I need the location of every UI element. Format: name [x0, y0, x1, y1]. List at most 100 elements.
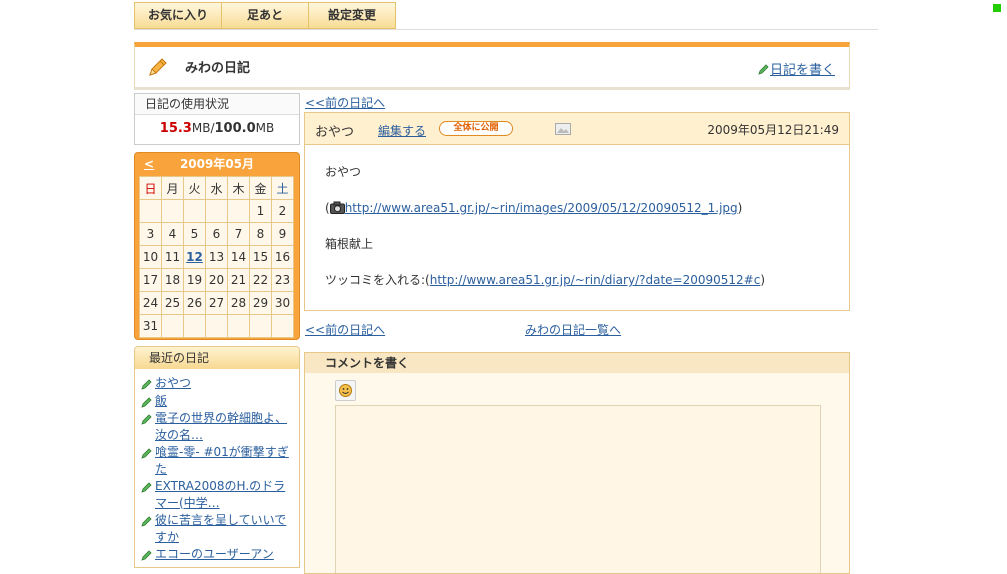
image-link[interactable]: http://www.area51.gr.jp/~rin/images/2009…: [345, 201, 738, 215]
entry-line-3: 箱根献上: [325, 237, 374, 251]
calendar-day: [205, 314, 228, 338]
entry-line-1: おやつ: [325, 165, 362, 179]
smiley-icon: [339, 384, 352, 397]
calendar-weekday: 日: [139, 176, 162, 200]
pencil-icon: [141, 516, 152, 527]
pencil-icon: [141, 448, 152, 459]
diary-list-link[interactable]: みわの日記一覧へ: [525, 321, 621, 338]
write-diary-link-wrap: 日記を書く: [758, 59, 835, 78]
usage-total: 100.0: [214, 121, 256, 136]
pencil-icon: [141, 414, 152, 425]
calendar-day: 22: [249, 268, 272, 292]
recent-item-link[interactable]: 飯: [155, 394, 167, 408]
emoji-button[interactable]: [335, 380, 356, 401]
pencil-icon: [141, 482, 152, 493]
tsukkomi-line: ツッコミを入れる:(http://www.area51.gr.jp/~rin/d…: [325, 271, 849, 289]
calendar-header: < 2009年05月: [135, 153, 299, 175]
calendar-weekday: 金: [249, 176, 272, 200]
tsukkomi-label: ツッコミを入れる:(: [325, 273, 430, 287]
calendar-day: 6: [205, 222, 228, 246]
calendar-day: 31: [139, 314, 162, 338]
calendar-weekday: 土: [271, 176, 294, 200]
recent-item: EXTRA2008のH.のドラマー(中学…: [141, 478, 291, 511]
entry-date: 2009年05月12日21:49: [707, 123, 839, 137]
calendar-day: 12: [183, 245, 206, 269]
tsukkomi-close: ): [760, 273, 766, 287]
calendar-day: 15: [249, 245, 272, 269]
calendar-weekday: 水: [205, 176, 228, 200]
tab-settings[interactable]: 設定変更: [309, 2, 396, 29]
calendar-weekday: 月: [161, 176, 184, 200]
calendar-weekday: 木: [227, 176, 250, 200]
recent-item: 飯: [141, 393, 291, 410]
calendar-day: 9: [271, 222, 294, 246]
pencil-icon: [141, 550, 152, 561]
calendar-day: 26: [183, 291, 206, 315]
calendar-day: [249, 314, 272, 338]
recent-item-link[interactable]: おやつ: [155, 376, 191, 390]
image-icon: [555, 123, 571, 135]
recent-item-link[interactable]: 彼に苦言を呈していいですか: [155, 513, 286, 544]
comment-heading: コメントを書く: [305, 353, 849, 373]
edit-entry-link[interactable]: 編集する: [378, 122, 426, 139]
calendar-day: 30: [271, 291, 294, 315]
prev-diary-link-top[interactable]: <<前の日記へ: [305, 94, 385, 111]
page-title: みわの日記: [185, 61, 251, 76]
calendar-day: 19: [183, 268, 206, 292]
calendar-prev-month[interactable]: <: [144, 153, 154, 175]
calendar-day: 27: [205, 291, 228, 315]
entry-header: おやつ 編集する 全体に公開 2009年05月12日21:49: [305, 113, 849, 145]
calendar-day: 28: [227, 291, 250, 315]
storage-usage-box: 日記の使用状況 15.3MB/100.0MB: [134, 93, 300, 145]
recent-list: おやつ飯電子の世界の幹細胞よ、汝の名… 喰霊-零- #01が衝撃すぎた EXTRA2…: [135, 369, 299, 563]
recent-item-link[interactable]: EXTRA2008のH.のドラマー(中学…: [155, 479, 285, 510]
calendar-day: 18: [161, 268, 184, 292]
calendar-day: 3: [139, 222, 162, 246]
calendar-day: 5: [183, 222, 206, 246]
close-paren: ): [737, 201, 743, 215]
recent-item: 喰霊-零- #01が衝撃すぎた: [141, 444, 291, 477]
calendar-day: 23: [271, 268, 294, 292]
divider: [134, 29, 878, 30]
calendar-day: 29: [249, 291, 272, 315]
calendar-day: 16: [271, 245, 294, 269]
tab-favorites[interactable]: お気に入り: [134, 2, 222, 29]
calendar-day: 14: [227, 245, 250, 269]
top-tabs: お気に入り 足あと 設定変更: [134, 2, 396, 29]
prev-diary-link-bottom[interactable]: <<前の日記へ: [305, 321, 385, 338]
camera-icon: [329, 201, 345, 214]
calendar-day: 24: [139, 291, 162, 315]
recent-item-link[interactable]: エコーのユーザーアン: [155, 547, 274, 561]
recent-diaries: 最近の日記 おやつ飯電子の世界の幹細胞よ、汝の名… 喰霊-零- #01が衝撃すぎた…: [134, 346, 300, 568]
write-diary-link[interactable]: 日記を書く: [770, 59, 835, 78]
calendar-day: [271, 314, 294, 338]
calendar-day: 25: [161, 291, 184, 315]
calendar-day: [139, 199, 162, 223]
tab-footprints[interactable]: 足あと: [222, 2, 309, 29]
calendar-day: 2: [271, 199, 294, 223]
comment-section: コメントを書く: [304, 352, 850, 574]
calendar-day: 7: [227, 222, 250, 246]
recent-item: 彼に苦言を呈していいですか: [141, 512, 291, 545]
calendar-day-link[interactable]: 12: [186, 250, 203, 264]
visibility-badge: 全体に公開: [439, 121, 513, 136]
entry-body: おやつ ( http://www.area51.gr.jp/~rin/image…: [305, 145, 849, 289]
recent-item: エコーのユーザーアン: [141, 546, 291, 563]
recent-item-link[interactable]: 電子の世界の幹細胞よ、汝の名…: [155, 411, 287, 442]
write-icon: [758, 63, 769, 75]
status-indicator: [993, 4, 1001, 12]
tsukkomi-link[interactable]: http://www.area51.gr.jp/~rin/diary/?date…: [430, 273, 761, 287]
pencil-icon: [141, 379, 152, 390]
comment-textarea[interactable]: [335, 405, 821, 573]
recent-item-link[interactable]: 喰霊-零- #01が衝撃すぎた: [155, 445, 289, 476]
calendar-day: 21: [227, 268, 250, 292]
calendar-day: 1: [249, 199, 272, 223]
calendar-day: 4: [161, 222, 184, 246]
calendar-day: [227, 314, 250, 338]
diary-title-bar: みわの日記 日記を書く: [134, 42, 850, 90]
calendar-day: [161, 199, 184, 223]
usage-value: 15.3MB/100.0MB: [135, 115, 299, 142]
pencil-icon: [141, 396, 152, 408]
calendar-grid: 日月火水木金土 1 2 3 4 5 6 7 8 9 10 11 12 13 14 15 16 17 18 19 20 21…: [139, 176, 294, 338]
calendar-day: [205, 199, 228, 223]
